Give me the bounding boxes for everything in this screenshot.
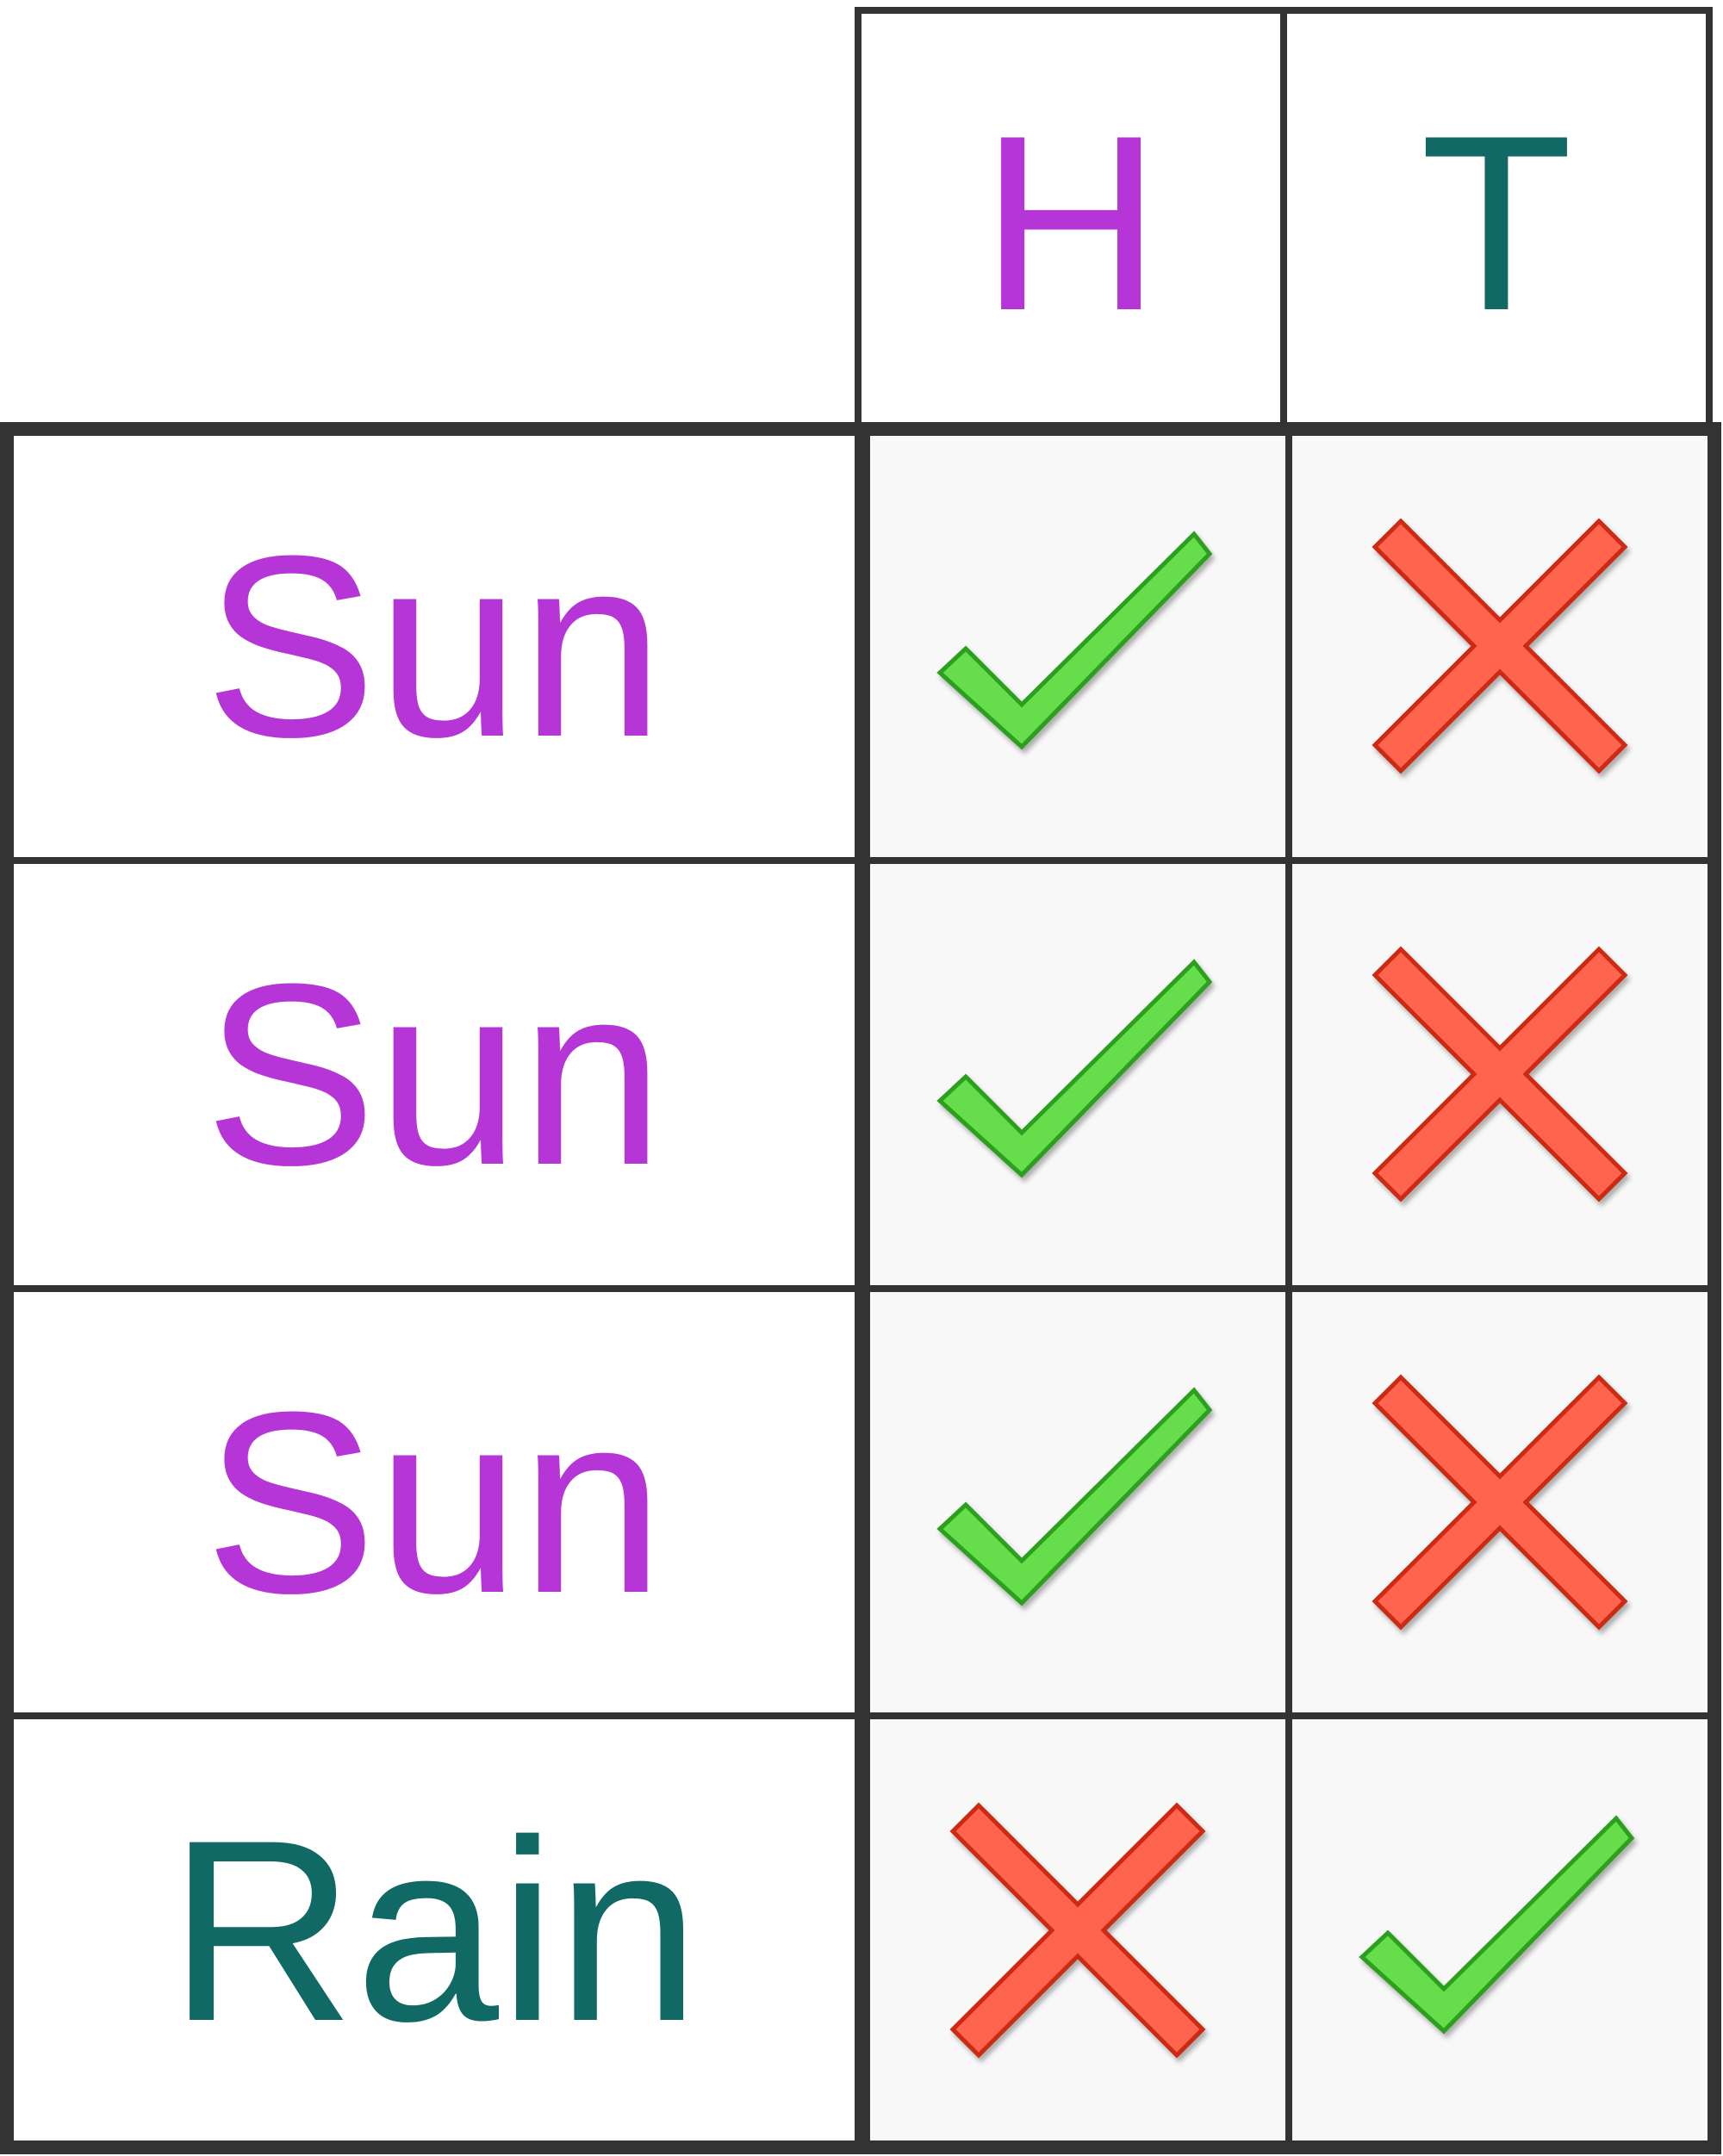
row-label-rain: Rain	[14, 1719, 855, 2140]
cross-icon	[949, 1802, 1206, 2059]
column-header-label: H	[980, 84, 1161, 363]
mark-cell	[870, 1719, 1285, 2140]
check-icon	[936, 531, 1213, 750]
mark-cell	[1292, 1291, 1707, 1713]
cross-icon	[1372, 946, 1628, 1202]
mark-cell	[870, 1291, 1285, 1713]
column-header-label: T	[1420, 84, 1573, 363]
column-header-t: T	[1280, 14, 1706, 424]
cross-icon	[1372, 518, 1628, 774]
row-label-text: Sun	[204, 929, 664, 1220]
mark-cell	[1292, 436, 1707, 857]
row-label-text: Sun	[204, 1357, 664, 1647]
row-label-sun: Sun	[14, 1291, 855, 1713]
row-label-text: Sun	[204, 501, 664, 792]
row-label-sun: Sun	[14, 436, 855, 857]
column-header-h: H	[862, 14, 1280, 424]
row-label-text: Rain	[168, 1785, 700, 2075]
check-icon	[936, 959, 1213, 1178]
outcome-table: Sun Sun Sun Rain	[0, 422, 1721, 2154]
check-icon	[1359, 1814, 1635, 2035]
check-icon	[936, 1387, 1213, 1606]
mark-cell	[1292, 1719, 1707, 2140]
mark-cell	[870, 436, 1285, 857]
column-header-row: H T	[855, 7, 1713, 424]
mark-cell	[870, 863, 1285, 1285]
row-label-sun: Sun	[14, 863, 855, 1285]
cross-icon	[1372, 1374, 1628, 1631]
mark-cell	[1292, 863, 1707, 1285]
